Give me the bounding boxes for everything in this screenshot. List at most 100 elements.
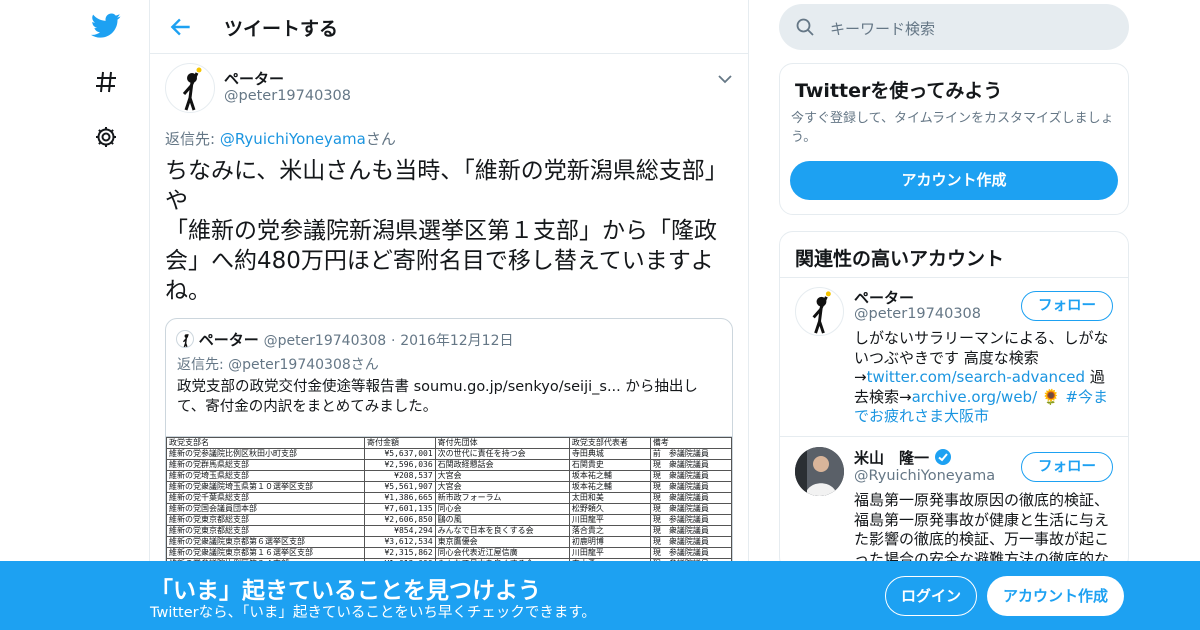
table-row: 維新の党東京都総支部 ¥2,606,850 鷗の風 川田龍平現 参議院議員 xyxy=(166,514,732,526)
table-row: 維新の党参議院比例区秋田小町支部 ¥5,637,001 次の世代に責任を持つ会 寺田典… xyxy=(166,448,732,460)
table-row: 維新の党群馬県総支部 ¥2,596,036 石関政経懇話会 石関貴史現 衆議院議員 xyxy=(166,459,732,471)
login-button[interactable]: ログイン xyxy=(885,576,977,616)
table-cell: 初鹿明博 xyxy=(568,536,651,548)
table-cell: ¥2,315,862 xyxy=(364,547,436,559)
table-cell: 維新の党東京都総支部 xyxy=(166,514,365,526)
table-cell: 維新の党衆議院埼玉県第１０選挙区支部 xyxy=(166,481,365,493)
twitter-logo-icon[interactable] xyxy=(90,10,122,42)
search-icon xyxy=(796,18,814,40)
reply-suffix: さん xyxy=(365,130,396,148)
quoted-text: 政党支部の政党交付金使途等報告書 soumu.go.jp/senkyo/seij… xyxy=(177,379,698,415)
stick-figure-icon xyxy=(182,67,202,111)
table-cell: 鷗の風 xyxy=(434,514,570,526)
table-cell: 維新の党国会議員団本部 xyxy=(166,503,365,515)
donation-table: 政党支部名 寄付金額 寄付先団体 政党支部代表者 備考 維新の党参議院比例区秋田小町支部… xyxy=(166,437,732,570)
table-cell: ¥2,606,850 xyxy=(364,514,436,526)
quoted-header: ペーター @peter19740308 · 2016年12月12日 xyxy=(176,329,513,350)
quoted-author-name: ペーター xyxy=(198,331,259,349)
table-header-cell: 政党支部名 xyxy=(166,437,365,449)
gear-icon[interactable] xyxy=(90,121,122,153)
reply-to: 返信先: @RyuichiYoneyamaさん xyxy=(165,128,396,149)
table-cell: ¥854,294 xyxy=(364,525,436,537)
table-cell: 松野頼久 xyxy=(568,503,651,515)
bottom-bar-subtitle: Twitterなら、「いま」起きていることをいち早くチェックできます。 xyxy=(150,605,596,621)
table-cell: 維新の党埼玉県総支部 xyxy=(166,470,365,482)
related-title: 関連性の高いアカウント xyxy=(795,248,1005,270)
divider xyxy=(780,436,1128,437)
table-header-cell: 政党支部代表者 xyxy=(568,437,651,449)
chevron-down-icon[interactable] xyxy=(717,70,733,89)
table-cell: 落合貴之 xyxy=(568,525,651,537)
related-handle-peter[interactable]: @peter19740308 xyxy=(854,306,981,322)
related-handle-yoneyama[interactable]: @RyuichiYoneyama xyxy=(854,468,995,484)
table-cell: 現 衆議院議員 xyxy=(649,525,732,537)
reply-handle-link[interactable]: @RyuichiYoneyama xyxy=(220,130,366,148)
table-cell: ¥5,637,001 xyxy=(364,448,436,460)
related-accounts-card: 関連性の高いアカウント ペーター @peter19740308 フォロー しがな… xyxy=(779,231,1129,571)
table-cell: 大宮会 xyxy=(434,470,570,482)
bio-link-search[interactable]: twitter.com/search-advanced xyxy=(867,368,1085,386)
table-cell: 同心会 xyxy=(434,503,570,515)
table-cell: 現 衆議院議員 xyxy=(649,492,732,504)
follow-button-peter[interactable]: フォロー xyxy=(1021,291,1113,321)
signup-card-desc: 今すぐ登録して、タイムラインをカスタマイズしましょう。 xyxy=(791,111,1114,145)
tweet-author-name[interactable]: ペーター xyxy=(224,68,284,89)
main-header: ツイートする xyxy=(150,0,748,54)
table-cell: 同心会代表近江屋信廣 xyxy=(434,547,570,559)
verified-badge-icon xyxy=(934,448,952,470)
avatar[interactable] xyxy=(165,63,215,113)
related-bio-peter: しがないサラリーマンによる、しがないつぶやきです 高度な検索→twitter.c… xyxy=(854,329,1116,427)
bio-link-archive[interactable]: archive.org/web/ xyxy=(912,388,1038,406)
table-cell: 川田龍平 xyxy=(568,514,651,526)
sunflower-emoji: 🌻 xyxy=(1041,387,1061,406)
signup-card-title: Twitterを使ってみよう xyxy=(795,80,1003,102)
create-account-button[interactable]: アカウント作成 xyxy=(790,161,1118,200)
quoted-tweet[interactable]: ペーター @peter19740308 · 2016年12月12日 返信先: @… xyxy=(165,318,733,578)
table-cell: 維新の党千葉県総支部 xyxy=(166,492,365,504)
signup-card: Twitterを使ってみよう 今すぐ登録して、タイムラインをカスタマイズしましょ… xyxy=(779,63,1129,215)
table-cell: 石関政経懇話会 xyxy=(434,459,570,471)
quoted-avatar xyxy=(176,330,194,348)
column-divider-right xyxy=(748,0,749,630)
table-cell: 川田龍平 xyxy=(568,547,651,559)
related-avatar-peter[interactable] xyxy=(795,287,844,336)
table-cell: 寺田典城 xyxy=(568,448,651,460)
table-cell: 現 衆議院議員 xyxy=(649,459,732,471)
search-input[interactable]: キーワード検索 xyxy=(830,18,935,39)
related-name-peter[interactable]: ペーター xyxy=(854,287,914,308)
table-cell: 現 衆議院議員 xyxy=(649,470,732,482)
table-cell: ¥208,537 xyxy=(364,470,436,482)
back-arrow-icon[interactable] xyxy=(168,14,194,40)
table-cell: 維新の党東京都総支部 xyxy=(166,525,365,537)
table-cell: ¥7,601,135 xyxy=(364,503,436,515)
table-cell: 次の世代に責任を持つ会 xyxy=(434,448,570,460)
column-divider-left xyxy=(149,0,150,630)
table-cell: ¥2,596,036 xyxy=(364,459,436,471)
tweet-author-handle[interactable]: @peter19740308 xyxy=(224,88,351,104)
table-cell: ¥3,612,534 xyxy=(364,536,436,548)
table-cell: 太田和美 xyxy=(568,492,651,504)
follow-button-yoneyama[interactable]: フォロー xyxy=(1021,452,1113,482)
table-row: 維新の党衆議院東京都第１６選挙区支部 ¥2,315,862 同心会代表近江屋信廣 川田… xyxy=(166,547,732,559)
quoted-reply-to: 返信先: @peter19740308さん xyxy=(177,357,379,373)
bottom-signup-bar: 「いま」起きていることを見つけよう Twitterなら、「いま」起きていることを… xyxy=(0,561,1200,630)
table-row: 維新の党千葉県総支部 ¥1,386,665 新市政フォーラム 太田和美現 衆議院議員 xyxy=(166,492,732,504)
search-box[interactable]: キーワード検索 xyxy=(779,4,1129,50)
table-row: 維新の党埼玉県総支部 ¥208,537 大宮会 坂本祐之輔現 衆議院議員 xyxy=(166,470,732,482)
quoted-date: 2016年12月12日 xyxy=(400,333,514,349)
table-cell: 現 参議院議員 xyxy=(649,514,732,526)
table-cell: 現 衆議院議員 xyxy=(649,536,732,548)
table-header-cell: 寄付先団体 xyxy=(434,437,570,449)
table-cell: 前 参議院議員 xyxy=(649,448,732,460)
table-cell: 維新の党衆議院東京都第１６選挙区支部 xyxy=(166,547,365,559)
signup-button[interactable]: アカウント作成 xyxy=(987,576,1124,616)
related-avatar-yoneyama[interactable] xyxy=(795,447,844,496)
table-cell: 東京鷹優会 xyxy=(434,536,570,548)
table-cell: 新市政フォーラム xyxy=(434,492,570,504)
hashtag-icon[interactable] xyxy=(90,66,122,98)
related-name-yoneyama[interactable]: 米山 隆一 xyxy=(854,447,952,470)
table-cell: 坂本祐之輔 xyxy=(568,481,651,493)
table-cell: 坂本祐之輔 xyxy=(568,470,651,482)
table-cell: ¥5,561,907 xyxy=(364,481,436,493)
quoted-media-table: 政党支部名 寄付金額 寄付先団体 政党支部代表者 備考 維新の党参議院比例区秋田小町支部… xyxy=(166,436,732,570)
